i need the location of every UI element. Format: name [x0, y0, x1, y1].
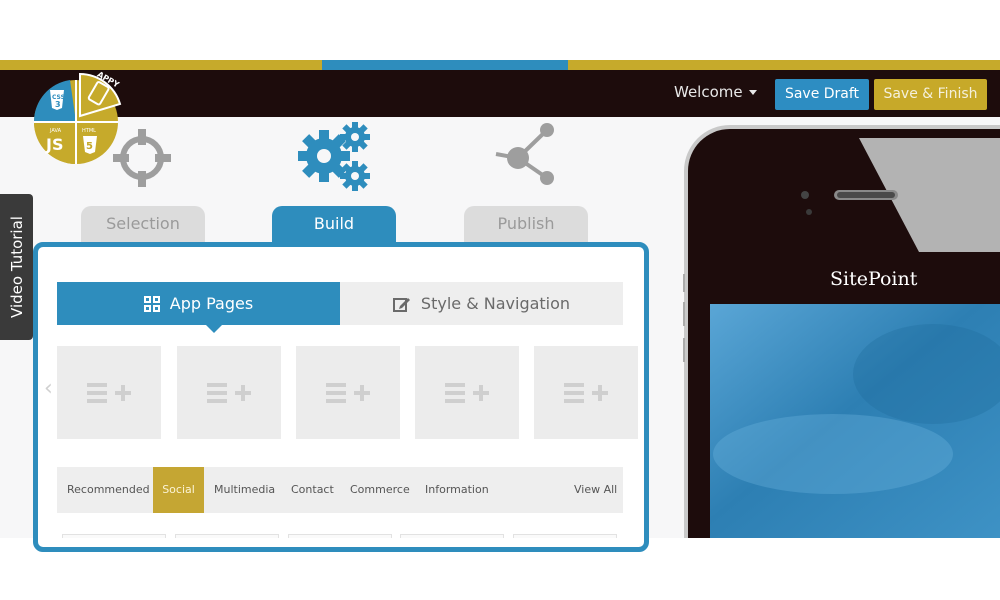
svg-text:5: 5: [86, 141, 93, 152]
component-card[interactable]: [513, 534, 617, 538]
caret-down-icon: [748, 89, 757, 95]
component-card[interactable]: [400, 534, 504, 538]
welcome-dropdown[interactable]: Welcome: [674, 83, 757, 101]
component-card[interactable]: [288, 534, 392, 538]
subtab-app-pages[interactable]: App Pages: [57, 282, 340, 325]
tab-publish[interactable]: Publish: [464, 206, 588, 242]
category-multimedia[interactable]: Multimedia: [214, 467, 275, 513]
stripe-gold-right: [568, 60, 1000, 70]
page-tile[interactable]: [296, 346, 400, 439]
add-page-icon: [207, 382, 251, 403]
add-page-icon: [87, 382, 131, 403]
add-page-icon: [326, 382, 370, 403]
subtab-app-pages-label: App Pages: [169, 294, 254, 313]
header-bar: Welcome Save Draft Save & Finish: [0, 70, 1000, 117]
category-information[interactable]: Information: [425, 467, 489, 513]
component-card[interactable]: [175, 534, 279, 538]
category-social[interactable]: Social: [153, 467, 204, 513]
tab-build[interactable]: Build: [272, 206, 396, 242]
save-draft-button[interactable]: Save Draft: [775, 79, 869, 110]
page-tile[interactable]: [57, 346, 161, 439]
stripe-blue: [322, 60, 568, 70]
video-tutorial-tab[interactable]: Video Tutorial: [0, 194, 33, 340]
svg-text:3: 3: [55, 100, 61, 109]
svg-text:JAVA: JAVA: [49, 128, 62, 134]
page-tile[interactable]: [177, 346, 281, 439]
subtab-style-navigation-label: Style & Navigation: [420, 294, 571, 313]
svg-text:HTML: HTML: [82, 128, 96, 134]
edit-icon: [392, 297, 410, 312]
chevron-left-icon[interactable]: ‹: [44, 376, 53, 401]
category-recommended[interactable]: Recommended: [67, 467, 150, 513]
add-page-icon: [564, 382, 608, 403]
welcome-label: Welcome: [674, 83, 743, 101]
save-finish-button[interactable]: Save & Finish: [874, 79, 987, 110]
tab-selection[interactable]: Selection: [81, 206, 205, 242]
category-contact[interactable]: Contact: [291, 467, 334, 513]
crosshair-icon: [113, 129, 171, 187]
share-icon: [495, 123, 554, 185]
category-bar: Recommended Social Multimedia Contact Co…: [57, 467, 623, 513]
subtab-style-navigation[interactable]: Style & Navigation: [340, 282, 623, 325]
gears-icon: [298, 122, 370, 191]
svg-text:JS: JS: [45, 135, 63, 154]
page-tile[interactable]: [534, 346, 638, 439]
top-color-stripe: [0, 60, 1000, 70]
grid-icon: [143, 295, 160, 312]
page-tile[interactable]: [415, 346, 519, 439]
video-tutorial-label: Video Tutorial: [7, 216, 26, 318]
component-card[interactable]: [62, 534, 166, 538]
phone-app-title: SitePoint: [830, 268, 918, 290]
view-all-link[interactable]: View All: [574, 467, 617, 513]
phone-preview: [683, 125, 1000, 538]
add-page-icon: [445, 382, 489, 403]
active-subtab-pointer: [206, 325, 222, 333]
category-commerce[interactable]: Commerce: [350, 467, 410, 513]
